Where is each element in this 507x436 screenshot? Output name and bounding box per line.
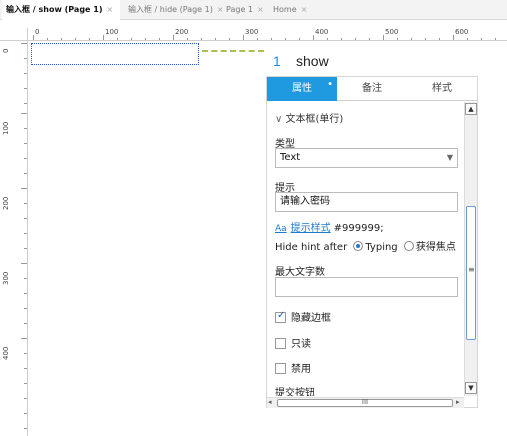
close-icon[interactable]: × bbox=[301, 5, 308, 14]
type-select[interactable]: Text ▼ bbox=[275, 148, 458, 168]
tab-label: 样式 bbox=[432, 83, 452, 94]
checkbox-label: 隐藏边框 bbox=[291, 313, 331, 324]
ruler-label: 0 bbox=[2, 48, 10, 53]
ruler-label: 100 bbox=[2, 121, 10, 135]
ruler-label: 400 bbox=[315, 28, 329, 36]
maxlength-input[interactable] bbox=[275, 277, 458, 297]
checkbox-hide-border-row: 隐藏边框 bbox=[275, 309, 331, 324]
radio-typing[interactable] bbox=[353, 241, 364, 251]
ruler-label: 200 bbox=[2, 196, 10, 210]
tab-label: 属性 bbox=[292, 83, 312, 94]
note-title: show bbox=[296, 53, 329, 69]
selected-textbox-widget[interactable] bbox=[31, 43, 199, 65]
ruler-label: 100 bbox=[105, 28, 119, 36]
ruler-label: 200 bbox=[175, 28, 189, 36]
tab-page1[interactable]: Page 1 × bbox=[226, 0, 266, 20]
submit-button-label: 提交按钮 bbox=[275, 388, 315, 396]
tab-label: Home bbox=[273, 5, 297, 14]
hint-color-value: #999999; bbox=[333, 223, 384, 234]
horizontal-scrollbar[interactable]: ◂ III ▸ bbox=[267, 397, 464, 408]
radio-focus[interactable] bbox=[403, 241, 414, 251]
checkbox-disabled[interactable] bbox=[275, 363, 286, 374]
note-number[interactable]: 1 bbox=[273, 53, 281, 69]
ruler-ticks bbox=[21, 43, 27, 429]
checkbox-readonly[interactable] bbox=[275, 338, 286, 349]
close-icon[interactable]: × bbox=[257, 5, 264, 14]
scroll-down-arrow-icon[interactable]: ▼ bbox=[465, 382, 477, 394]
checkbox-hide-border[interactable] bbox=[275, 310, 286, 323]
scroll-up-arrow-icon[interactable]: ▲ bbox=[465, 103, 477, 115]
dropdown-arrow-icon: ▼ bbox=[446, 153, 453, 162]
horizontal-ruler: 0 100 200 300 400 500 600 bbox=[0, 28, 507, 41]
ruler-corner bbox=[0, 28, 28, 41]
inspector-tabs: 属性 • 备注 样式 bbox=[267, 77, 477, 101]
grip-icon: III bbox=[361, 398, 369, 406]
hide-hint-label: Hide hint after bbox=[275, 242, 348, 253]
ruler-label: 0 bbox=[35, 28, 40, 36]
ruler-label: 300 bbox=[245, 28, 259, 36]
checkbox-disabled-row: 禁用 bbox=[275, 360, 311, 375]
tab-label: 备注 bbox=[362, 83, 382, 94]
properties-content: ∨ 文本框(单行) 类型 Text ▼ 提示 请输入密码 Aa 提示样式 #9999… bbox=[267, 102, 463, 396]
hide-hint-row: Hide hint after Typing 获得焦点 bbox=[275, 238, 456, 253]
text-style-icon: Aa bbox=[275, 224, 287, 234]
maxlength-label: 最大文字数 bbox=[275, 267, 325, 278]
type-value: Text bbox=[280, 152, 301, 163]
close-icon[interactable]: × bbox=[217, 5, 224, 14]
modified-dot-icon: • bbox=[327, 79, 333, 90]
scroll-right-arrow-icon[interactable]: ▸ bbox=[456, 398, 460, 406]
grip-icon: ≡ bbox=[468, 265, 475, 274]
ruler-label: 600 bbox=[455, 28, 469, 36]
tab-label: Page 1 bbox=[226, 5, 253, 14]
scroll-left-arrow-icon[interactable]: ◂ bbox=[268, 398, 272, 406]
vertical-ruler: 0 100 200 300 400 bbox=[0, 41, 28, 436]
hint-style-row: Aa 提示样式 #999999; bbox=[275, 219, 384, 234]
hint-input[interactable]: 请输入密码 bbox=[275, 192, 458, 212]
hint-style-link[interactable]: 提示样式 bbox=[291, 223, 331, 234]
tab-properties[interactable]: 属性 • bbox=[267, 77, 337, 101]
tab-notes[interactable]: 备注 bbox=[337, 77, 407, 101]
scrollbar-thumb[interactable]: ≡ bbox=[466, 206, 476, 340]
document-tab-bar: 输入框 / show (Page 1) × 输入框 / hide (Page 1)… bbox=[0, 0, 507, 20]
tab-label: 输入框 / hide (Page 1) bbox=[128, 5, 213, 14]
radio-typing-label: Typing bbox=[365, 242, 398, 253]
note-connector bbox=[202, 50, 264, 52]
tab-style[interactable]: 样式 bbox=[407, 77, 477, 101]
chevron-down-icon: ∨ bbox=[275, 114, 283, 125]
radio-focus-label: 获得焦点 bbox=[415, 242, 456, 253]
hint-value: 请输入密码 bbox=[280, 196, 330, 207]
inspector-panel: 属性 • 备注 样式 ∨ 文本框(单行) 类型 Text ▼ 提示 请输入密码 … bbox=[266, 76, 478, 408]
section-title: 文本框(单行) bbox=[285, 114, 344, 125]
tab-hide-page1[interactable]: 输入框 / hide (Page 1) × bbox=[128, 0, 224, 20]
ruler-label: 300 bbox=[2, 271, 10, 285]
vertical-scrollbar[interactable]: ▲ ≡ ▼ bbox=[464, 102, 477, 396]
checkbox-readonly-row: 只读 bbox=[275, 335, 311, 350]
tab-home[interactable]: Home × bbox=[273, 0, 313, 20]
ruler-label: 400 bbox=[2, 346, 10, 360]
tab-show-page1[interactable]: 输入框 / show (Page 1) × bbox=[2, 0, 120, 20]
checkbox-label: 禁用 bbox=[291, 364, 311, 375]
section-header[interactable]: ∨ 文本框(单行) bbox=[275, 110, 343, 125]
ruler-label: 500 bbox=[385, 28, 399, 36]
scrollbar-thumb[interactable]: III bbox=[277, 399, 453, 407]
tab-label: 输入框 / show (Page 1) bbox=[6, 5, 103, 14]
checkbox-label: 只读 bbox=[291, 339, 311, 350]
close-icon[interactable]: × bbox=[106, 5, 113, 14]
